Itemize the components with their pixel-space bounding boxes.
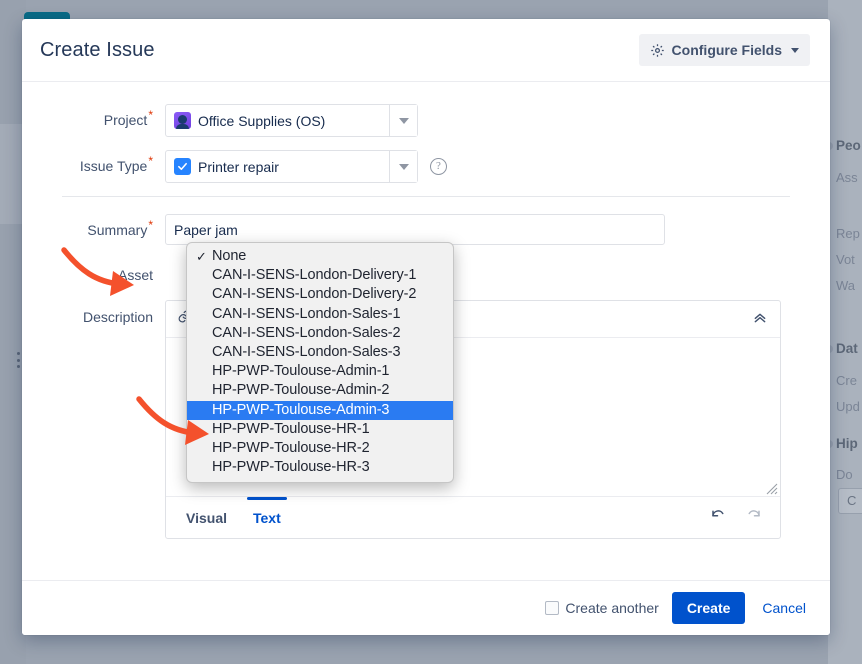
asset-label: Asset	[117, 267, 153, 283]
chevron-down-icon	[398, 117, 409, 124]
question-circle-icon[interactable]: ?	[430, 158, 447, 175]
right-panel-line-do: Do	[836, 467, 853, 482]
configure-fields-label: Configure Fields	[671, 42, 782, 58]
asset-option[interactable]: CAN-I-SENS-London-Delivery-1	[187, 266, 453, 285]
summary-label-text: Summary	[87, 222, 148, 238]
asset-option[interactable]: HP-PWP-Toulouse-Admin-1	[187, 362, 453, 381]
project-select[interactable]: Office Supplies (OS)	[165, 104, 418, 137]
project-label: Project*	[22, 104, 165, 136]
chevron-down-icon	[398, 163, 409, 170]
issue-type-control: Printer repair ?	[165, 150, 447, 183]
asset-option-label: None	[212, 248, 247, 264]
right-panel-line-created: Cre	[836, 373, 857, 388]
check-icon: ✓	[196, 249, 207, 264]
required-marker: *	[148, 154, 153, 169]
redo-icon[interactable]	[744, 506, 762, 529]
checkbox-checked-icon	[174, 158, 191, 175]
project-control: Office Supplies (OS)	[165, 104, 418, 137]
asset-option-label: HP-PWP-Toulouse-Admin-1	[212, 363, 390, 380]
screen-root: Peo Ass Rep Vot Wa Dat Cre Upd Hip Do C …	[0, 0, 862, 664]
issue-type-select-value: Printer repair	[198, 158, 279, 175]
right-panel-line-votes: Vot	[836, 252, 855, 267]
issue-type-select[interactable]: Printer repair	[165, 150, 418, 183]
undo-icon[interactable]	[710, 506, 728, 529]
editor-footer: Visual Text	[166, 496, 780, 538]
resize-grip-icon[interactable]	[766, 482, 778, 495]
asset-option-label: CAN-I-SENS-London-Sales-3	[212, 343, 401, 360]
issue-type-select-arrow[interactable]	[389, 151, 417, 182]
right-panel-button[interactable]: C	[838, 488, 862, 514]
description-label: Description	[82, 309, 153, 325]
tab-text[interactable]: Text	[247, 496, 287, 538]
field-row-issue-type: Issue Type* Printer repair ?	[22, 150, 830, 183]
checkbox-icon	[545, 601, 560, 615]
right-panel-line-assignee: Ass	[836, 170, 858, 185]
asset-option[interactable]: CAN-I-SENS-London-Delivery-2	[187, 285, 453, 304]
chevron-up-double-icon	[752, 309, 768, 330]
required-marker: *	[148, 218, 153, 233]
asset-option[interactable]: CAN-I-SENS-London-Sales-3	[187, 343, 453, 362]
right-panel-line-reporter: Rep	[836, 226, 860, 241]
configure-fields-button[interactable]: Configure Fields	[638, 34, 810, 66]
dialog-header: Create Issue Configure Fields	[22, 19, 830, 82]
create-another-label: Create another	[565, 600, 659, 616]
right-panel-line-watchers: Wa	[836, 278, 856, 293]
summary-control	[165, 214, 665, 245]
collapse-toolbar-button[interactable]	[748, 306, 772, 332]
chevron-down-icon	[791, 47, 799, 53]
summary-label: Summary*	[22, 214, 165, 246]
asset-dropdown-list[interactable]: ✓ None CAN-I-SENS-London-Delivery-1 CAN-I-S…	[186, 242, 454, 484]
asset-option-label: HP-PWP-Toulouse-Admin-3	[212, 401, 390, 418]
asset-option[interactable]: HP-PWP-Toulouse-Admin-2	[187, 381, 453, 400]
page-title: Create Issue	[40, 38, 155, 61]
tab-visual[interactable]: Visual	[180, 498, 233, 538]
gear-icon	[650, 43, 665, 58]
asset-option-label: HP-PWP-Toulouse-HR-1	[212, 420, 370, 437]
issue-type-label-text: Issue Type	[79, 158, 148, 174]
project-label-text: Project	[103, 112, 148, 128]
section-divider	[62, 196, 790, 197]
asset-option[interactable]: CAN-I-SENS-London-Sales-2	[187, 324, 453, 343]
right-panel-heading-people: Peo	[836, 138, 861, 153]
background-right-panel: Peo Ass Rep Vot Wa Dat Cre Upd Hip Do C	[828, 0, 862, 664]
asset-option-label: HP-PWP-Toulouse-Admin-2	[212, 382, 390, 399]
dialog-footer: Create another Create Cancel	[22, 580, 830, 635]
project-avatar-icon	[174, 112, 191, 129]
asset-option-label: CAN-I-SENS-London-Delivery-1	[212, 267, 417, 284]
field-row-project: Project* Office Supplies (OS)	[22, 104, 830, 137]
create-another-checkbox[interactable]: Create another	[545, 600, 659, 616]
asset-option[interactable]: CAN-I-SENS-London-Sales-1	[187, 305, 453, 324]
project-select-value: Office Supplies (OS)	[198, 112, 326, 129]
required-marker: *	[148, 108, 153, 123]
right-panel-line-updated: Upd	[836, 399, 860, 414]
asset-option-label: CAN-I-SENS-London-Sales-1	[212, 305, 401, 322]
asset-option[interactable]: ✓ None	[187, 247, 453, 266]
issue-type-label: Issue Type*	[22, 150, 165, 182]
asset-option-label: CAN-I-SENS-London-Sales-2	[212, 324, 401, 341]
asset-option[interactable]: HP-PWP-Toulouse-HR-1	[187, 420, 453, 439]
undo-redo-group	[710, 506, 768, 529]
cancel-button[interactable]: Cancel	[758, 600, 810, 616]
asset-option[interactable]: HP-PWP-Toulouse-HR-3	[187, 458, 453, 477]
asset-option-label: HP-PWP-Toulouse-HR-2	[212, 439, 370, 456]
create-button[interactable]: Create	[671, 592, 746, 624]
right-panel-heading-hipchat: Hip	[836, 436, 858, 451]
summary-input[interactable]	[165, 214, 665, 245]
project-select-arrow[interactable]	[389, 105, 417, 136]
asset-option[interactable]: HP-PWP-Toulouse-HR-2	[187, 439, 453, 458]
asset-option[interactable]: HP-PWP-Toulouse-Admin-3	[187, 400, 453, 420]
right-panel-heading-dates: Dat	[836, 341, 858, 356]
asset-option-label: CAN-I-SENS-London-Delivery-2	[212, 286, 417, 303]
asset-option-label: HP-PWP-Toulouse-HR-3	[212, 459, 370, 476]
